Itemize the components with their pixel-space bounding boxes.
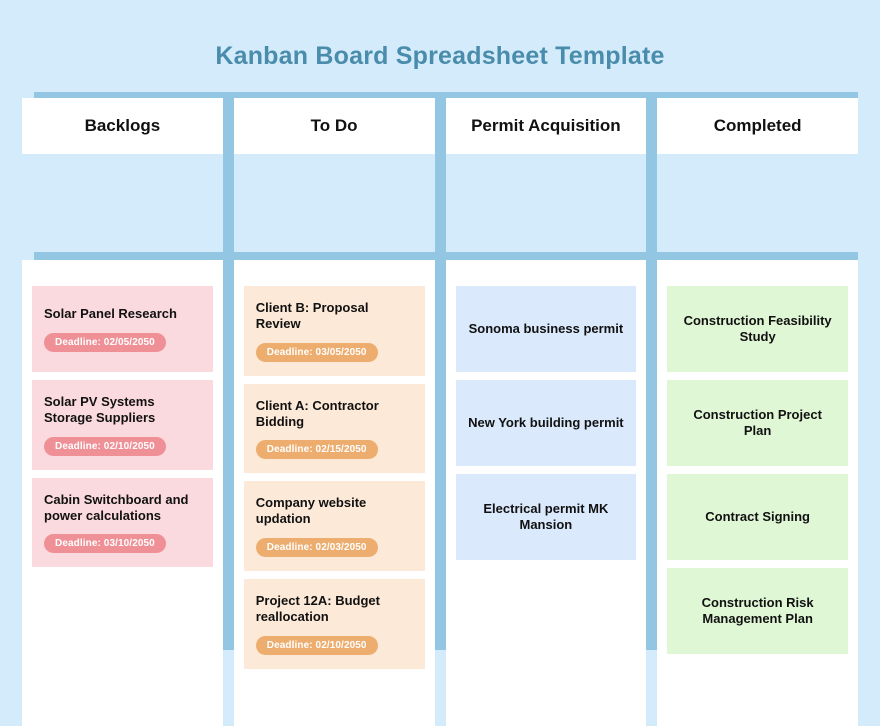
column-body-row: Solar Panel Research Deadline: 02/05/2050… xyxy=(22,260,858,726)
task-card-title: Construction Risk Management Plan xyxy=(701,595,814,626)
task-card[interactable]: Sonoma business permit xyxy=(455,286,637,372)
task-card[interactable]: Electrical permit MK Mansion xyxy=(455,474,637,560)
column-header-backlogs[interactable]: Backlogs xyxy=(22,98,223,154)
task-card-title: Electrical permit MK Mansion xyxy=(483,501,609,532)
task-card-title: Solar Panel Research xyxy=(44,306,177,322)
column-header-label: To Do xyxy=(310,116,358,135)
task-card-title: Construction Project Plan xyxy=(693,407,822,438)
task-card-title: Solar PV Systems Storage Suppliers xyxy=(44,394,156,425)
deadline-badge: Deadline: 02/05/2050 xyxy=(44,332,166,352)
column-header-todo[interactable]: To Do xyxy=(233,98,435,154)
deadline-badge: Deadline: 02/10/2050 xyxy=(255,635,378,655)
task-card[interactable]: Construction Feasibility Study xyxy=(667,286,848,372)
column-body-todo: Client B: Proposal Review Deadline: 03/05… xyxy=(233,260,435,726)
task-card-title: Construction Feasibility Study xyxy=(683,313,832,344)
task-card-title: Company website updation xyxy=(255,495,367,527)
deadline-badge: Deadline: 03/10/2050 xyxy=(44,534,166,554)
page-title: Kanban Board Spreadsheet Template xyxy=(215,42,665,70)
column-header-label: Permit Acquisition xyxy=(471,116,621,135)
column-header-completed[interactable]: Completed xyxy=(657,98,858,154)
deadline-badge: Deadline: 03/05/2050 xyxy=(255,342,378,362)
kanban-board: Backlogs To Do Permit Acquisition Completed… xyxy=(22,92,858,726)
task-card[interactable]: Contract Signing xyxy=(667,474,848,560)
task-card[interactable]: Company website updation Deadline: 02/03/… xyxy=(243,481,425,572)
task-card[interactable]: Project 12A: Budget reallocation Deadline… xyxy=(243,579,425,669)
column-body-completed: Construction Feasibility Study Constructi… xyxy=(657,260,858,726)
column-header-label: Backlogs xyxy=(84,116,161,135)
task-card[interactable]: New York building permit xyxy=(455,380,637,466)
task-card[interactable]: Construction Project Plan xyxy=(667,380,848,466)
column-header-label: Completed xyxy=(713,116,802,135)
task-card[interactable]: Client A: Contractor Bidding Deadline: 02… xyxy=(243,383,425,474)
task-card-title: Cabin Switchboard and power calculations xyxy=(44,491,189,523)
column-body-permit-acquisition: Sonoma business permit New York building … xyxy=(445,260,647,726)
task-card-title: Sonoma business permit xyxy=(468,321,624,337)
task-card-title: New York building permit xyxy=(468,415,624,431)
deadline-badge: Deadline: 02/15/2050 xyxy=(255,440,378,460)
column-body-backlogs: Solar Panel Research Deadline: 02/05/2050… xyxy=(22,260,223,726)
task-card[interactable]: Solar PV Systems Storage Suppliers Deadli… xyxy=(32,380,213,470)
task-card-title: Contract Signing xyxy=(705,509,810,525)
deadline-badge: Deadline: 02/10/2050 xyxy=(44,436,166,456)
task-card-title: Client B: Proposal Review xyxy=(255,300,369,331)
task-card[interactable]: Client B: Proposal Review Deadline: 03/05… xyxy=(243,286,425,376)
column-header-row: Backlogs To Do Permit Acquisition Completed xyxy=(22,98,858,154)
deadline-badge: Deadline: 02/03/2050 xyxy=(255,538,378,558)
task-card[interactable]: Construction Risk Management Plan xyxy=(667,568,848,654)
column-header-permit-acquisition[interactable]: Permit Acquisition xyxy=(445,98,647,154)
task-card[interactable]: Solar Panel Research Deadline: 02/05/2050 xyxy=(32,286,213,372)
task-card-title: Client A: Contractor Bidding xyxy=(255,397,379,429)
task-card-title: Project 12A: Budget reallocation xyxy=(255,593,380,625)
task-card[interactable]: Cabin Switchboard and power calculations… xyxy=(32,477,213,568)
